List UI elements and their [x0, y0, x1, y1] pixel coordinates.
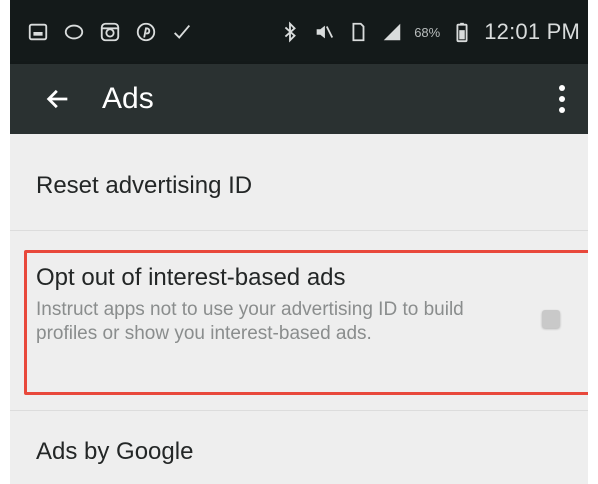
reset-advertising-id-item[interactable]: Reset advertising ID: [10, 172, 588, 200]
bluetooth-icon: [278, 20, 302, 44]
status-clock: 12:01 PM: [484, 19, 580, 44]
divider: [10, 230, 588, 231]
battery-icon: [450, 20, 474, 44]
mute-icon: [312, 20, 336, 44]
instagram-icon: [98, 20, 122, 44]
phone-screen: 68% 12:01 PM Ads Reset advertising ID Op…: [10, 0, 588, 484]
overflow-menu-button[interactable]: [550, 75, 574, 123]
opt-out-interest-ads-item[interactable]: Opt out of interest-based ads Instruct a…: [10, 264, 588, 346]
back-button[interactable]: [30, 71, 86, 127]
opt-out-summary: Instruct apps not to use your advertisin…: [36, 299, 464, 344]
checkbox-box: [542, 310, 560, 328]
page-title: Ads: [102, 82, 154, 115]
status-bar: 68% 12:01 PM: [10, 0, 588, 64]
checkmark-icon: [170, 20, 194, 44]
notification-icons: [10, 20, 194, 44]
ads-by-google-title: Ads by Google: [36, 438, 194, 465]
pinterest-icon: [134, 20, 158, 44]
sim-icon: [346, 20, 370, 44]
chat-bubble-icon: [62, 20, 86, 44]
divider: [10, 410, 588, 411]
reset-advertising-id-title: Reset advertising ID: [36, 172, 253, 199]
opt-out-checkbox[interactable]: [538, 306, 564, 332]
ads-by-google-item[interactable]: Ads by Google: [10, 438, 588, 466]
app-bar: Ads: [10, 64, 588, 134]
more-vert-icon: [559, 85, 565, 113]
arrow-back-icon: [46, 89, 68, 109]
settings-list: Reset advertising ID Opt out of interest…: [10, 134, 588, 484]
signal-icon: [380, 20, 404, 44]
gallery-icon: [26, 20, 50, 44]
battery-percent: 68%: [414, 24, 441, 40]
opt-out-title: Opt out of interest-based ads: [36, 264, 346, 291]
system-status-icons: 68% 12:01 PM: [278, 19, 588, 45]
